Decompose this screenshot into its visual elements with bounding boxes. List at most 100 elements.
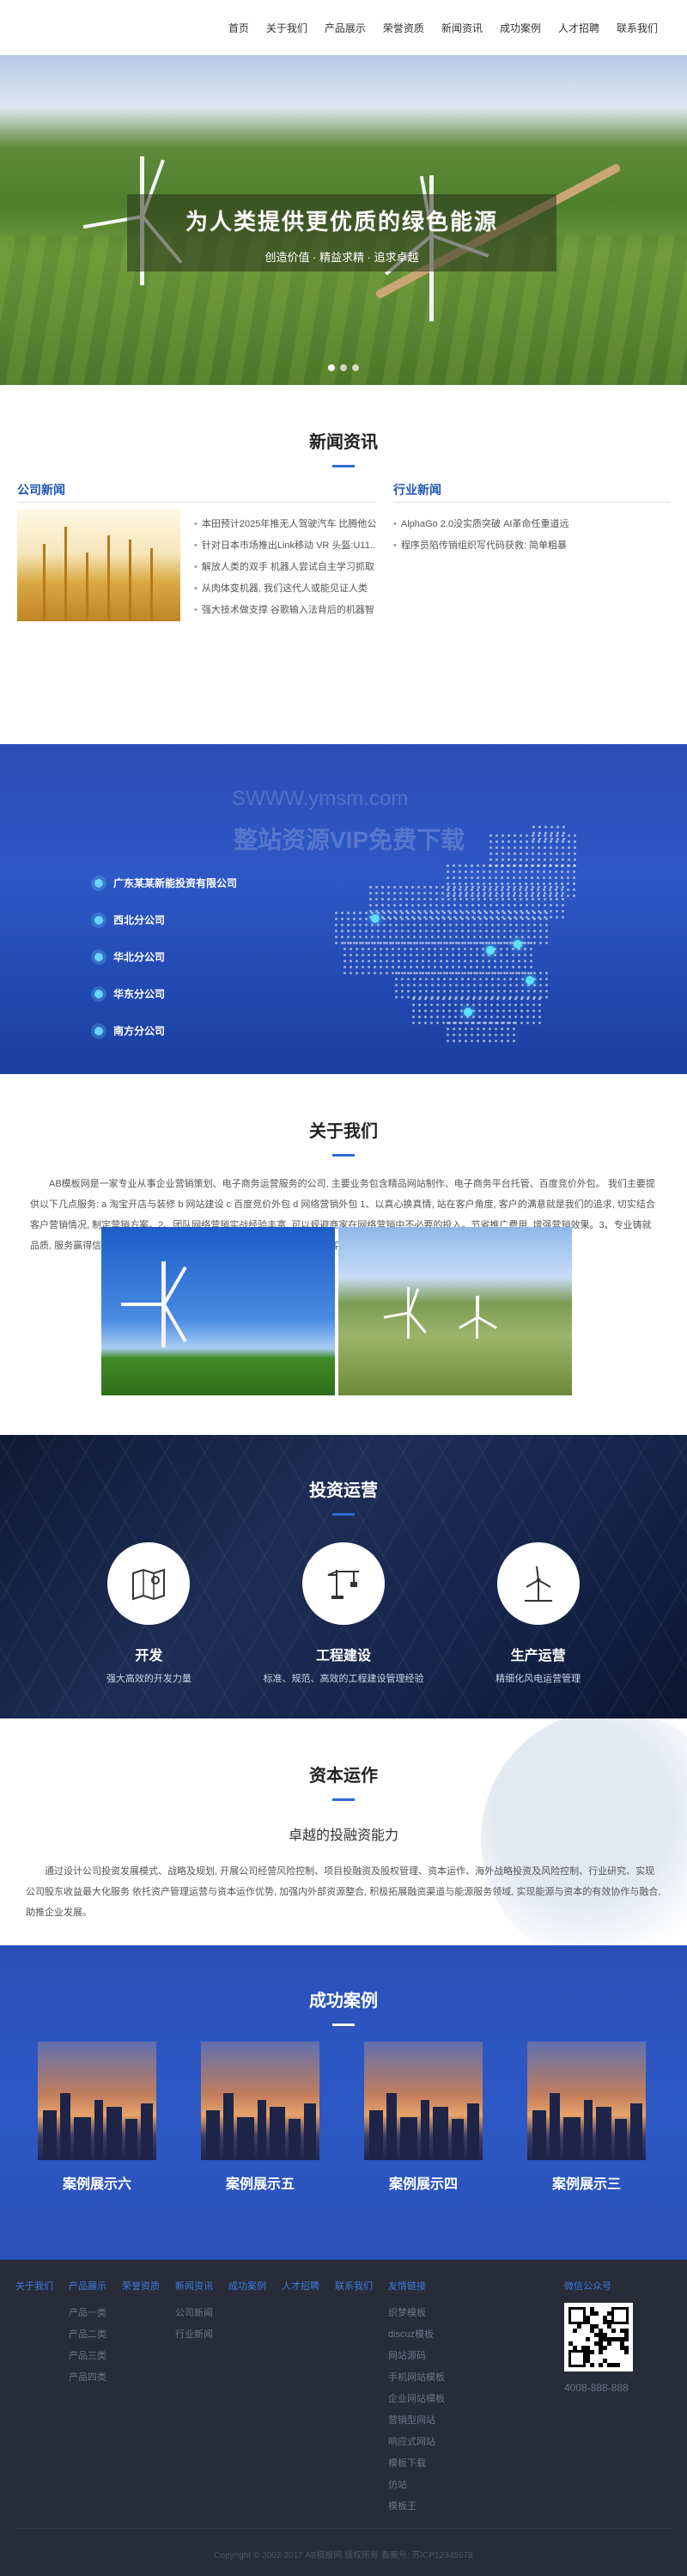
case-title[interactable]: 案例展示四 [364, 2172, 483, 2193]
case-list: 案例展示六 案例展示五 案例展示四 案例展示三 [38, 2042, 646, 2193]
case-item[interactable]: 案例展示四 [364, 2042, 483, 2193]
footer-link[interactable]: 织梦模板 [388, 2303, 445, 2324]
nav-item-products[interactable]: 产品展示 [316, 21, 374, 35]
footer-link[interactable]: 手机网站模板 [388, 2367, 445, 2389]
title-underline [332, 2024, 355, 2026]
nav-item-news[interactable]: 新闻资讯 [433, 21, 491, 35]
footer-link[interactable]: discuz模板 [388, 2324, 445, 2346]
branch-item[interactable]: 华北分公司 [94, 938, 237, 975]
invest-item[interactable]: 工程建设 标准、规范、高效的工程建设管理经验 [258, 1542, 429, 1685]
map-marker-icon[interactable] [371, 914, 380, 923]
case-thumbnail [527, 2042, 646, 2160]
invest-section: 投资运营 开发 强大高效的开发力量 工程建设 标准、规范、高效的工程建设管理经验… [0, 1435, 687, 1718]
footer-column-title[interactable]: 人才招聘 [282, 2279, 319, 2292]
footer-link[interactable]: 产品一类 [69, 2303, 106, 2324]
list-item[interactable]: 针对日本市场推出Link移动 VR 头盔:U11... [194, 535, 376, 557]
industry-news-list: AlphaGo 2.0没实质突破 AI革命任重道远 程序员陷传销组织写代码获救:… [393, 514, 670, 557]
footer-link[interactable]: 行业新闻 [175, 2324, 213, 2346]
section-title: 关于我们 [309, 1122, 378, 1141]
footer-link[interactable]: 产品四类 [69, 2367, 106, 2389]
case-item[interactable]: 案例展示五 [201, 2042, 319, 2193]
section-title: 投资运营 [309, 1481, 378, 1500]
branch-item[interactable]: 广东某某新能投资有限公司 [94, 864, 237, 901]
branch-label: 西北分公司 [113, 914, 166, 926]
slider-dot[interactable] [328, 364, 335, 371]
footer-column: 荣誉资质 [122, 2279, 160, 2518]
map-marker-icon[interactable] [464, 1008, 472, 1016]
section-title: 新闻资讯 [309, 433, 378, 452]
footer-link[interactable]: 公司新闻 [175, 2303, 213, 2324]
branch-item[interactable]: 南方分公司 [94, 1012, 237, 1049]
footer-column: 产品展示 产品一类 产品二类 产品三类 产品四类 [69, 2279, 106, 2518]
china-map [318, 817, 610, 1049]
footer-link[interactable]: 产品二类 [69, 2324, 106, 2346]
map-icon [107, 1542, 191, 1625]
footer-link[interactable]: 模板下载 [388, 2453, 445, 2475]
list-item[interactable]: 从肉体变机器, 我们这代人或能见证人类 [194, 578, 376, 600]
nav-item-home[interactable]: 首页 [220, 21, 258, 35]
map-marker-icon[interactable] [486, 946, 495, 955]
qr-block: 微信公众号 4008-888-888 [564, 2279, 633, 2394]
invest-desc: 强大高效的开发力量 [106, 1674, 192, 1684]
invest-item[interactable]: 生产运营 精细化风电运营管理 [453, 1542, 624, 1685]
slider-dot[interactable] [352, 364, 359, 371]
news-thumbnail[interactable] [17, 510, 180, 621]
footer-link[interactable]: 网站源码 [388, 2346, 445, 2367]
nav-item-about[interactable]: 关于我们 [258, 21, 316, 35]
divider [17, 502, 376, 503]
footer-link[interactable]: 产品三类 [69, 2346, 106, 2367]
invest-desc: 标准、规范、高效的工程建设管理经验 [263, 1674, 424, 1684]
footer-link[interactable]: 企业网站模板 [388, 2389, 445, 2410]
footer-column-title[interactable]: 新闻资讯 [175, 2279, 213, 2292]
nav-item-jobs[interactable]: 人才招聘 [550, 21, 608, 35]
case-title[interactable]: 案例展示六 [38, 2172, 156, 2193]
case-title[interactable]: 案例展示三 [527, 2172, 646, 2193]
slider-dot[interactable] [340, 364, 347, 371]
footer-link[interactable]: 营销型网站 [388, 2410, 445, 2432]
crane-icon [301, 1542, 385, 1625]
location-dot-icon [94, 989, 103, 998]
branch-item[interactable]: 西北分公司 [94, 901, 237, 938]
company-news-title[interactable]: 公司新闻 [17, 481, 65, 498]
hero-caption: 为人类提供更优质的绿色能源 创造价值 · 精益求精 · 追求卓越 [127, 194, 556, 272]
footer-column-title[interactable]: 关于我们 [15, 2279, 53, 2292]
footer-column-title[interactable]: 产品展示 [69, 2279, 106, 2292]
watermark-text: SWWW.ymsm.com [232, 787, 409, 810]
list-item[interactable]: 程序员陷传销组织写代码获救: 简单粗暴 [393, 535, 670, 557]
nav-item-honors[interactable]: 荣誉资质 [374, 21, 433, 35]
location-dot-icon [94, 1026, 103, 1035]
branch-label: 华东分公司 [113, 988, 166, 1000]
title-underline [332, 1154, 355, 1157]
nav-item-cases[interactable]: 成功案例 [491, 21, 550, 35]
list-item[interactable]: AlphaGo 2.0没实质突破 AI革命任重道远 [393, 514, 670, 535]
capital-text: 通过设计公司投资发展模式、战略及规划, 开展公司经营风险控制、项目投融资及股权管… [26, 1866, 661, 1918]
site-footer: 关于我们 产品展示 产品一类 产品二类 产品三类 产品四类 荣誉资质 新闻资讯 … [0, 2260, 687, 2576]
list-item[interactable]: 本田预计2025年推无人驾驶汽车 比腾他公 [194, 514, 376, 535]
map-marker-icon[interactable] [514, 940, 522, 949]
footer-column-title[interactable]: 荣誉资质 [122, 2279, 160, 2292]
footer-column: 关于我们 [15, 2279, 53, 2518]
invest-item[interactable]: 开发 强大高效的开发力量 [63, 1542, 234, 1685]
case-thumbnail [364, 2042, 483, 2160]
footer-column-title[interactable]: 联系我们 [335, 2279, 373, 2292]
list-item[interactable]: 强大技术做支撑 谷歌输入法背后的机器智 [194, 600, 376, 621]
footer-link[interactable]: 仿站 [388, 2475, 445, 2496]
branch-label: 华北分公司 [113, 951, 166, 963]
footer-column-title[interactable]: 成功案例 [228, 2279, 266, 2292]
about-photo [338, 1227, 572, 1395]
case-item[interactable]: 案例展示三 [527, 2042, 646, 2193]
nav-item-contact[interactable]: 联系我们 [608, 21, 666, 35]
hero-title: 为人类提供更优质的绿色能源 [185, 209, 498, 235]
branch-item[interactable]: 华东分公司 [94, 975, 237, 1012]
industry-news-title[interactable]: 行业新闻 [393, 481, 441, 498]
map-marker-icon[interactable] [526, 976, 534, 985]
list-item[interactable]: 解放人类的双手 机器人尝试自主学习抓取 [194, 557, 376, 578]
invest-items: 开发 强大高效的开发力量 工程建设 标准、规范、高效的工程建设管理经验 生产运营… [0, 1542, 687, 1685]
company-news-list: 本田预计2025年推无人驾驶汽车 比腾他公 针对日本市场推出Link移动 VR … [194, 514, 376, 621]
case-item[interactable]: 案例展示六 [38, 2042, 156, 2193]
location-dot-icon [94, 878, 103, 888]
case-thumbnail [201, 2042, 319, 2160]
footer-link[interactable]: 响应式网站 [388, 2432, 445, 2453]
footer-link[interactable]: 模板王 [388, 2496, 445, 2518]
case-title[interactable]: 案例展示五 [201, 2172, 319, 2193]
